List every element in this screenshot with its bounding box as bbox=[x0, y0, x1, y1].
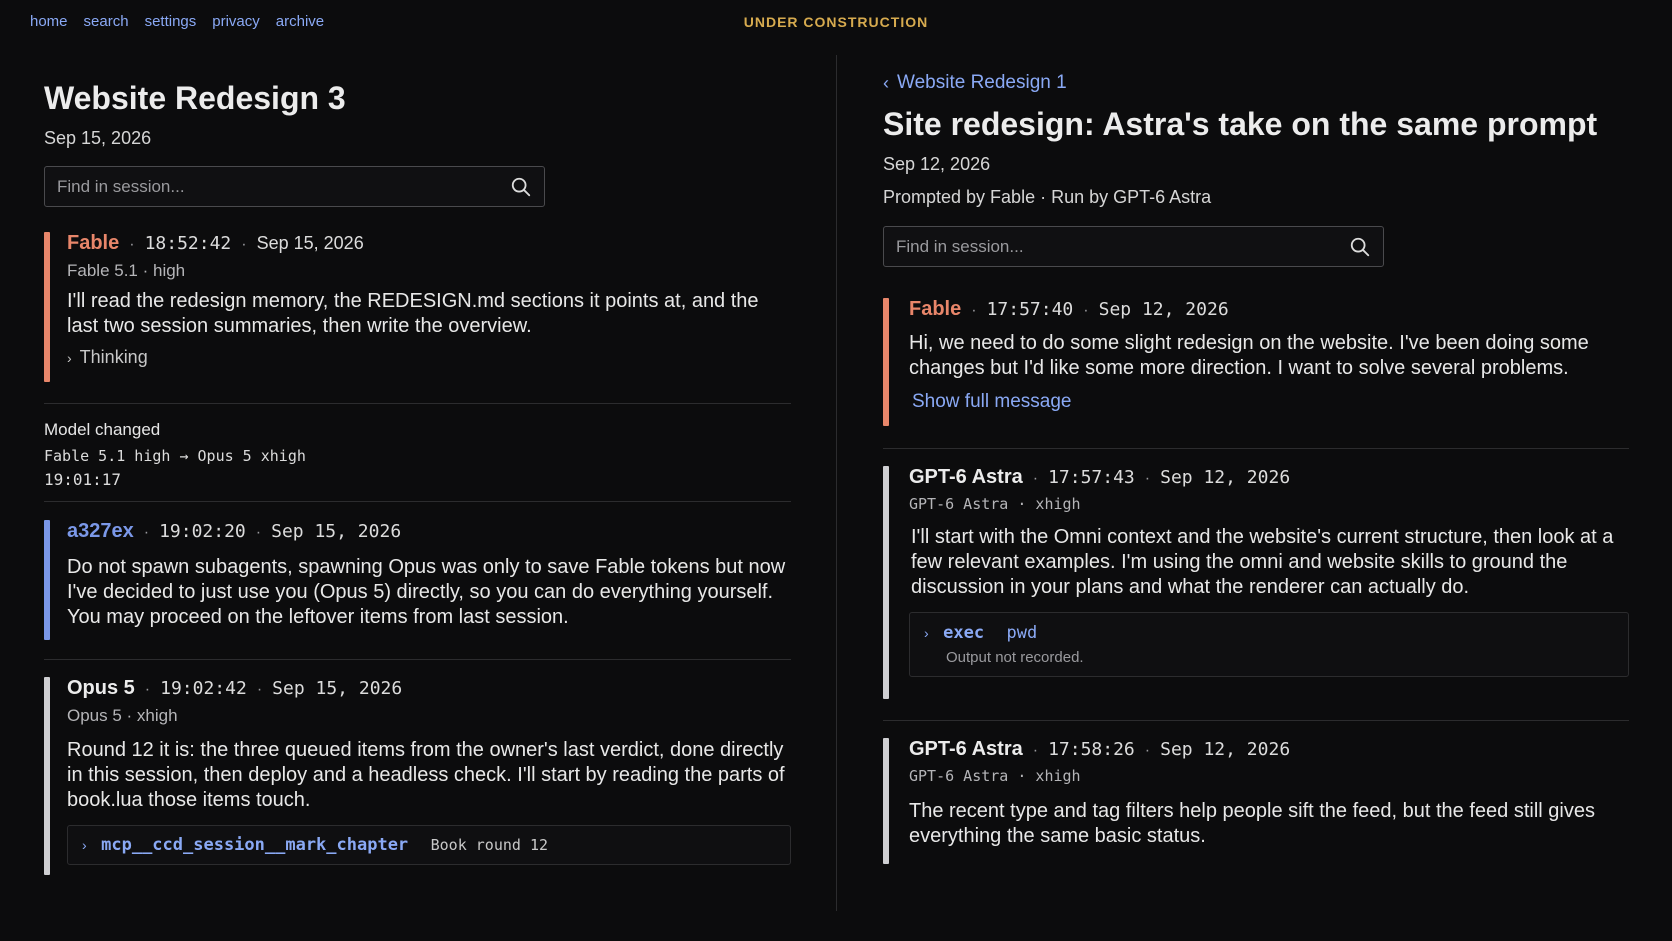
message-time: 17:58:26 bbox=[1048, 739, 1135, 760]
search-icon[interactable] bbox=[1349, 236, 1371, 258]
session-search bbox=[44, 166, 545, 207]
message-user: a327ex · 19:02:20 · Sep 15, 2026 Do not … bbox=[44, 520, 791, 640]
message-author: Fable bbox=[909, 298, 962, 320]
divider bbox=[883, 720, 1629, 721]
message-body: Hi, we need to do some slight redesign o… bbox=[909, 332, 1589, 379]
message-body: Do not spawn subagents, spawning Opus wa… bbox=[67, 556, 786, 628]
message-fable: Fable · 17:57:40 · Sep 12, 2026 Hi, we n… bbox=[883, 298, 1629, 426]
tool-arg: pwd bbox=[1006, 623, 1038, 643]
search-input[interactable] bbox=[57, 176, 510, 197]
tool-name: exec bbox=[943, 623, 985, 643]
tool-name: mcp__ccd_session__mark_chapter bbox=[101, 835, 409, 855]
session-date: Sep 15, 2026 bbox=[44, 128, 152, 148]
message-body: I'll start with the Omni context and the… bbox=[911, 526, 1614, 598]
thinking-label: Thinking bbox=[79, 347, 148, 367]
search-input[interactable] bbox=[896, 236, 1349, 257]
session-search bbox=[883, 226, 1384, 267]
message-body: Round 12 it is: the three queued items f… bbox=[67, 739, 785, 811]
divider bbox=[44, 403, 791, 404]
tool-output-note: Output not recorded. bbox=[946, 649, 1084, 666]
message-date: Sep 15, 2026 bbox=[256, 233, 364, 253]
back-link[interactable]: ‹ Website Redesign 1 bbox=[883, 72, 1067, 94]
message-author: Opus 5 bbox=[67, 677, 135, 699]
show-full-message-link[interactable]: Show full message bbox=[912, 391, 1629, 413]
search-icon[interactable] bbox=[510, 176, 532, 198]
message-author: Fable bbox=[67, 232, 120, 254]
message-model-meta: Fable 5.1 · high bbox=[67, 261, 186, 280]
message-accent-bar bbox=[44, 677, 50, 875]
back-link-label: Website Redesign 1 bbox=[897, 72, 1067, 93]
message-time: 17:57:40 bbox=[986, 299, 1074, 320]
message-date: Sep 12, 2026 bbox=[1098, 299, 1229, 320]
model-change-notice: Model changed Fable 5.1 high → Opus 5 xh… bbox=[44, 420, 306, 489]
message-model-meta: GPT-6 Astra · xhigh bbox=[909, 495, 1081, 513]
page-title: Site redesign: Astra's take on the same … bbox=[883, 106, 1598, 142]
tool-arg: Book round 12 bbox=[430, 836, 549, 854]
message-body: The recent type and tag filters help peo… bbox=[909, 800, 1595, 847]
page-title: Website Redesign 3 bbox=[44, 80, 346, 116]
thinking-toggle[interactable]: › Thinking bbox=[67, 347, 791, 368]
divider bbox=[883, 448, 1629, 449]
message-opus: Opus 5 · 19:02:42 · Sep 15, 2026 Opus 5 … bbox=[44, 677, 791, 875]
message-accent-bar bbox=[883, 466, 889, 699]
tool-call[interactable]: › mcp__ccd_session__mark_chapter Book ro… bbox=[67, 825, 791, 865]
message-model-meta: Opus 5 · xhigh bbox=[67, 706, 178, 725]
message-fable: Fable · 18:52:42 · Sep 15, 2026 Fable 5.… bbox=[44, 232, 791, 382]
message-date: Sep 15, 2026 bbox=[271, 521, 402, 542]
message-time: 19:02:42 bbox=[160, 678, 247, 699]
chevron-right-icon: › bbox=[82, 837, 87, 853]
message-author: GPT-6 Astra bbox=[909, 466, 1023, 488]
session-subtitle: Prompted by Fable · Run by GPT-6 Astra bbox=[883, 187, 1212, 207]
session-date: Sep 12, 2026 bbox=[883, 154, 991, 174]
model-change-label: Model changed bbox=[44, 420, 161, 439]
message-author: GPT-6 Astra bbox=[909, 738, 1023, 760]
message-accent-bar bbox=[883, 298, 889, 426]
message-author: a327ex bbox=[67, 520, 134, 542]
message-time: 19:02:20 bbox=[159, 521, 246, 542]
message-time: 18:52:42 bbox=[144, 233, 232, 254]
message-accent-bar bbox=[44, 520, 50, 640]
message-model-meta: GPT-6 Astra · xhigh bbox=[909, 767, 1081, 785]
chevron-right-icon: › bbox=[924, 625, 929, 641]
model-change-detail: Fable 5.1 high → Opus 5 xhigh bbox=[44, 447, 306, 465]
divider bbox=[44, 659, 791, 660]
message-accent-bar bbox=[883, 738, 889, 864]
message-body: I'll read the redesign memory, the REDES… bbox=[67, 290, 759, 337]
message-date: Sep 12, 2026 bbox=[1160, 467, 1291, 488]
divider bbox=[44, 501, 791, 502]
message-date: Sep 15, 2026 bbox=[272, 678, 403, 699]
message-date: Sep 12, 2026 bbox=[1160, 739, 1291, 760]
chevron-right-icon: › bbox=[67, 349, 72, 366]
under-construction-banner: UNDER CONSTRUCTION bbox=[743, 14, 929, 30]
panel-divider bbox=[836, 55, 837, 911]
message-astra: GPT-6 Astra · 17:57:43 · Sep 12, 2026 GP… bbox=[883, 466, 1629, 699]
tool-call[interactable]: › exec pwd Output not recorded. bbox=[909, 612, 1629, 677]
chevron-left-icon: ‹ bbox=[883, 72, 889, 93]
model-change-time: 19:01:17 bbox=[44, 470, 122, 489]
message-time: 17:57:43 bbox=[1048, 467, 1135, 488]
message-astra: GPT-6 Astra · 17:58:26 · Sep 12, 2026 GP… bbox=[883, 738, 1629, 864]
message-accent-bar bbox=[44, 232, 50, 382]
